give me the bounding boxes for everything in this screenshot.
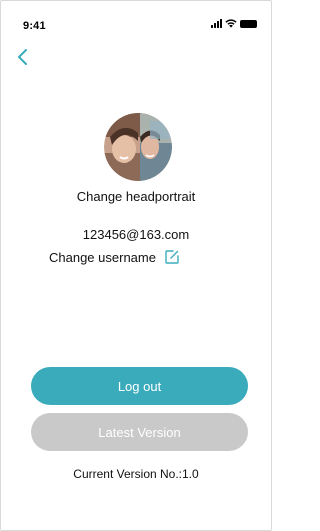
battery-icon bbox=[240, 19, 257, 28]
status-bar: 9:41 bbox=[1, 1, 271, 37]
signal-icon bbox=[211, 19, 222, 28]
logout-button[interactable]: Log out bbox=[31, 367, 248, 405]
user-email: 123456@163.com bbox=[82, 227, 190, 242]
change-username-button[interactable]: Change username bbox=[49, 249, 180, 265]
wifi-icon bbox=[225, 19, 237, 28]
status-icons bbox=[211, 19, 257, 28]
back-button[interactable] bbox=[12, 45, 36, 69]
change-username-label: Change username bbox=[49, 249, 156, 265]
latest-version-button[interactable]: Latest Version bbox=[31, 413, 248, 451]
chevron-left-icon bbox=[18, 49, 27, 65]
change-headportrait-button[interactable]: Change headportrait bbox=[1, 189, 271, 204]
screen-frame: 9:41 Change headportrait 123456@163.com … bbox=[0, 0, 272, 531]
avatar-photo bbox=[104, 113, 172, 181]
current-version-text: Current Version No.:1.0 bbox=[73, 467, 199, 481]
avatar[interactable] bbox=[104, 113, 172, 181]
status-time: 9:41 bbox=[23, 20, 46, 32]
edit-icon[interactable] bbox=[164, 249, 180, 265]
